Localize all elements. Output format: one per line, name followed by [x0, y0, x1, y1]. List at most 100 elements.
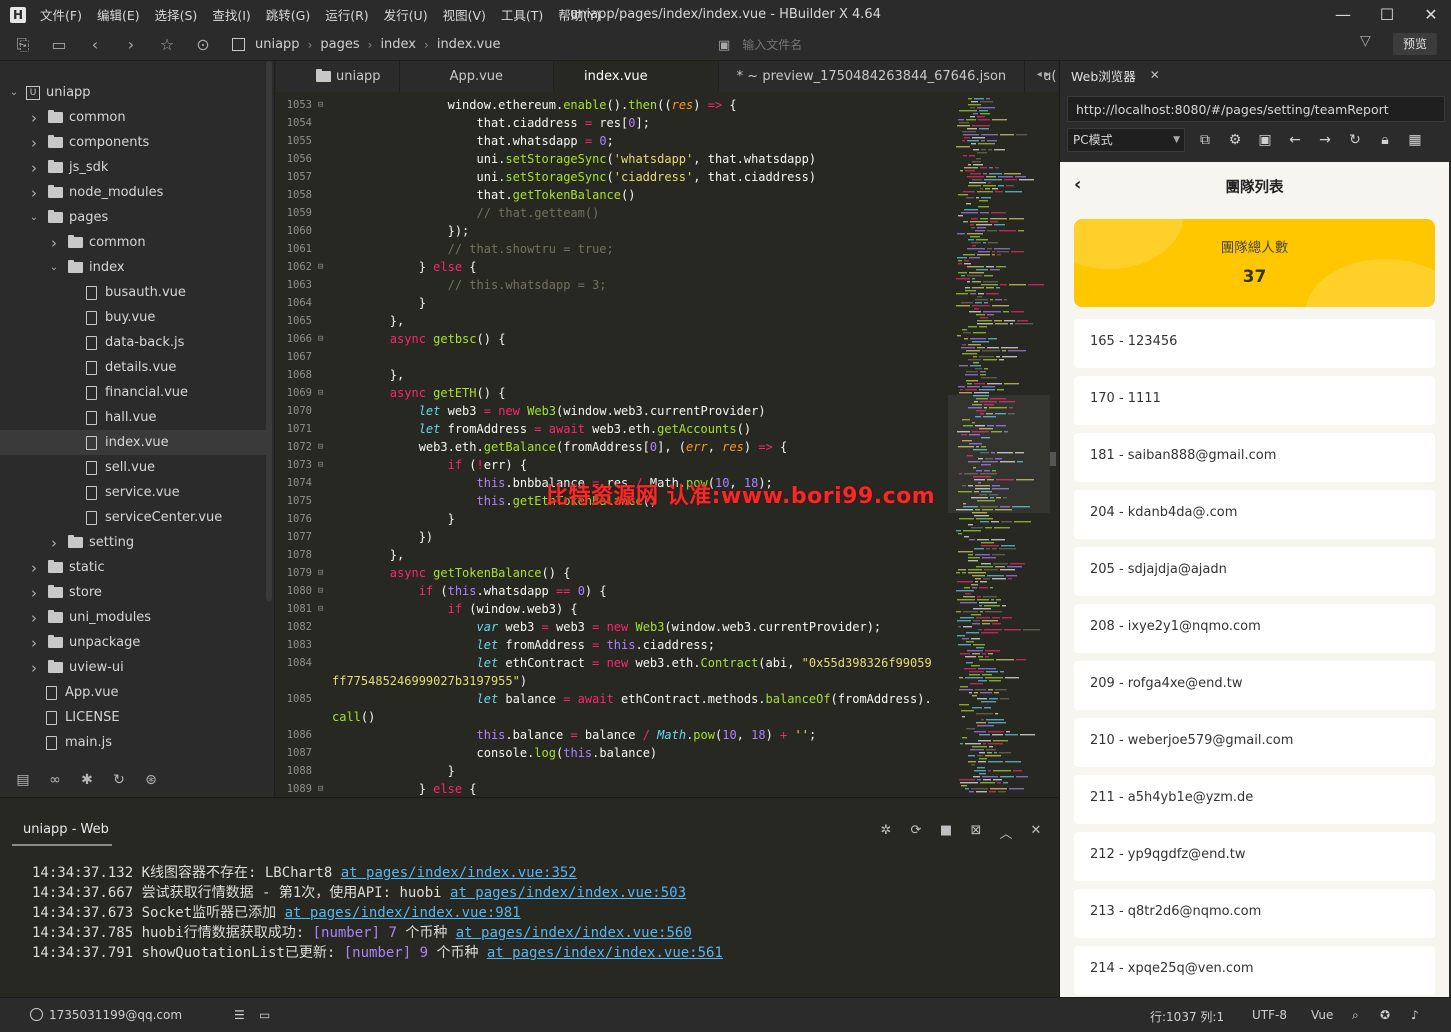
tree-item[interactable]: App.vue	[0, 680, 266, 705]
tab-scroll-arrows-icon[interactable]: ◂ ▸	[1037, 69, 1050, 80]
chevron-right-icon[interactable]: ›	[28, 109, 40, 127]
chevron-right-icon[interactable]: ›	[28, 559, 40, 577]
back-arrow-icon[interactable]: ‹	[82, 32, 108, 58]
member-list-item[interactable]: 212 - yp9qgdfz@end.tw	[1074, 832, 1435, 881]
chevron-right-icon[interactable]: ›	[48, 534, 60, 552]
breadcrumb-item[interactable]: index.vue	[437, 37, 501, 52]
browser-tab[interactable]: Web浏览器 ✕	[1060, 61, 1170, 89]
tree-item[interactable]: › store	[0, 580, 266, 605]
chevron-right-icon[interactable]: ›	[28, 609, 40, 627]
console-tab-title[interactable]: uniapp - Web	[23, 822, 109, 837]
member-list-item[interactable]: 204 - kdanb4da@.com	[1074, 490, 1435, 539]
menu-item[interactable]: 跳转(G)	[266, 5, 310, 24]
fold-toggle-icon[interactable]: ⊟	[318, 780, 323, 797]
device-mode-select[interactable]: PC模式 ▼	[1067, 128, 1185, 152]
source-link[interactable]: at pages/index/index.vue:561	[487, 945, 723, 961]
save-icon[interactable]: ▭	[46, 32, 72, 58]
tree-item[interactable]: main.js	[0, 730, 266, 755]
forward-arrow-icon[interactable]: ›	[118, 32, 144, 58]
open-external-icon[interactable]: ⧉	[1196, 131, 1214, 149]
fold-toggle-icon[interactable]: ⊟	[318, 258, 323, 276]
language-mode[interactable]: Vue	[1311, 1008, 1333, 1022]
refresh-icon[interactable]: ↻	[1346, 131, 1364, 149]
tree-item[interactable]: buy.vue	[0, 305, 266, 330]
member-list-item[interactable]: 205 - sdjajdja@ajadn	[1074, 547, 1435, 596]
source-link[interactable]: at pages/index/index.vue:981	[285, 905, 521, 921]
menu-item[interactable]: 编辑(E)	[97, 5, 140, 24]
chevron-right-icon[interactable]: ›	[28, 584, 40, 602]
tree-item[interactable]: details.vue	[0, 355, 266, 380]
tree-item[interactable]: › static	[0, 555, 266, 580]
tree-item[interactable]: ⌄ Uuniapp	[0, 80, 266, 105]
fold-toggle-icon[interactable]: ⊟	[318, 384, 323, 402]
explorer-icon[interactable]: ▤	[14, 771, 32, 789]
devtools-icon[interactable]: ▣	[1256, 131, 1274, 149]
tree-item[interactable]: › unpackage	[0, 630, 266, 655]
chevron-up-icon[interactable]: ︿	[997, 823, 1015, 842]
member-list-item[interactable]: 170 - 1111	[1074, 376, 1435, 425]
list-icon[interactable]: ☰	[234, 1008, 245, 1022]
source-link[interactable]: at pages/index/index.vue:352	[341, 865, 577, 881]
chevron-right-icon[interactable]: ›	[28, 659, 40, 677]
tree-item[interactable]: › setting	[0, 530, 266, 555]
tree-item[interactable]: › components	[0, 130, 266, 155]
chevron-down-icon[interactable]: ⌄	[8, 87, 20, 98]
tree-item[interactable]: › common	[0, 230, 266, 255]
fold-toggle-icon[interactable]: ⊟	[318, 582, 323, 600]
account-email[interactable]: 1735031199@qq.com	[49, 1008, 182, 1022]
sidebar-scrollbar[interactable]	[266, 61, 272, 601]
member-list-item[interactable]: 209 - rofga4xe@end.tw	[1074, 661, 1435, 710]
close-console-icon[interactable]: ✕	[1027, 823, 1045, 838]
fold-toggle-icon[interactable]: ⊟	[318, 330, 323, 348]
rerun-icon[interactable]: ⟳	[907, 823, 925, 838]
browser-tab-close-icon[interactable]: ✕	[1150, 68, 1160, 82]
tree-item[interactable]: › common	[0, 105, 266, 130]
tree-item[interactable]: sell.vue	[0, 455, 266, 480]
menu-item[interactable]: 工具(T)	[501, 5, 543, 24]
chevron-right-icon[interactable]: ›	[28, 184, 40, 202]
maximize-button[interactable]: ☐	[1367, 0, 1407, 29]
plugin-icon[interactable]: ⊛	[142, 771, 160, 789]
member-list-item[interactable]: 213 - q8tr2d6@nqmo.com	[1074, 889, 1435, 938]
url-input[interactable]	[1067, 96, 1445, 122]
cursor-position[interactable]: 行:1037 列:1	[1150, 1008, 1224, 1025]
chevron-right-icon[interactable]: ›	[28, 634, 40, 652]
fold-toggle-icon[interactable]: ⊟	[318, 456, 323, 474]
tree-item[interactable]: › node_modules	[0, 180, 266, 205]
stop-icon[interactable]: ■	[937, 823, 955, 838]
tree-item[interactable]: busauth.vue	[0, 280, 266, 305]
fold-toggle-icon[interactable]: ⊟	[318, 564, 323, 582]
menu-item[interactable]: 文件(F)	[40, 5, 82, 24]
tree-item[interactable]: › uview-ui	[0, 655, 266, 680]
tree-item[interactable]: ⌄ index	[0, 255, 266, 280]
breadcrumb-item[interactable]: uniapp	[255, 37, 300, 52]
run-icon[interactable]: ⊙	[190, 32, 216, 58]
terminal-icon[interactable]: ▭	[259, 1008, 270, 1022]
source-link[interactable]: at pages/index/index.vue:503	[450, 885, 686, 901]
member-list-item[interactable]: 211 - a5h4yb1e@yzm.de	[1074, 775, 1435, 824]
chevron-right-icon[interactable]: ›	[48, 234, 60, 252]
tree-item[interactable]: › js_sdk	[0, 155, 266, 180]
star-icon[interactable]: ☆	[154, 32, 180, 58]
chevron-right-icon[interactable]: ›	[28, 159, 40, 177]
chevron-down-icon[interactable]: ⌄	[28, 212, 40, 223]
search-icon[interactable]: ⌕	[1352, 1008, 1359, 1023]
menu-item[interactable]: 运行(R)	[325, 5, 368, 24]
editor-tab[interactable]: App.vue	[400, 61, 555, 92]
back-arrow-icon[interactable]: ←	[1286, 131, 1304, 149]
file-search-input[interactable]	[742, 38, 1303, 52]
tree-item[interactable]: financial.vue	[0, 380, 266, 405]
editor-tab[interactable]: * ~ preview_1750484263844_67646.json	[719, 61, 1026, 92]
menu-item[interactable]: 查找(I)	[212, 5, 250, 24]
notification-bell-icon[interactable]: ♪	[1411, 1008, 1419, 1022]
member-list-item[interactable]: 181 - saiban888@gmail.com	[1074, 433, 1435, 482]
debug-bug-icon[interactable]: ✱	[78, 771, 96, 789]
fold-toggle-icon[interactable]: ⊟	[318, 438, 323, 456]
preview-button[interactable]: 预览	[1393, 33, 1437, 55]
editor-tab[interactable]: uniapp	[276, 61, 400, 92]
tree-item[interactable]: hall.vue	[0, 405, 266, 430]
minimize-button[interactable]: —	[1323, 0, 1363, 29]
clear-console-icon[interactable]: ⊠	[967, 823, 985, 838]
encoding[interactable]: UTF-8	[1252, 1008, 1287, 1022]
lock-icon[interactable]: 🔒︎	[1376, 131, 1394, 149]
